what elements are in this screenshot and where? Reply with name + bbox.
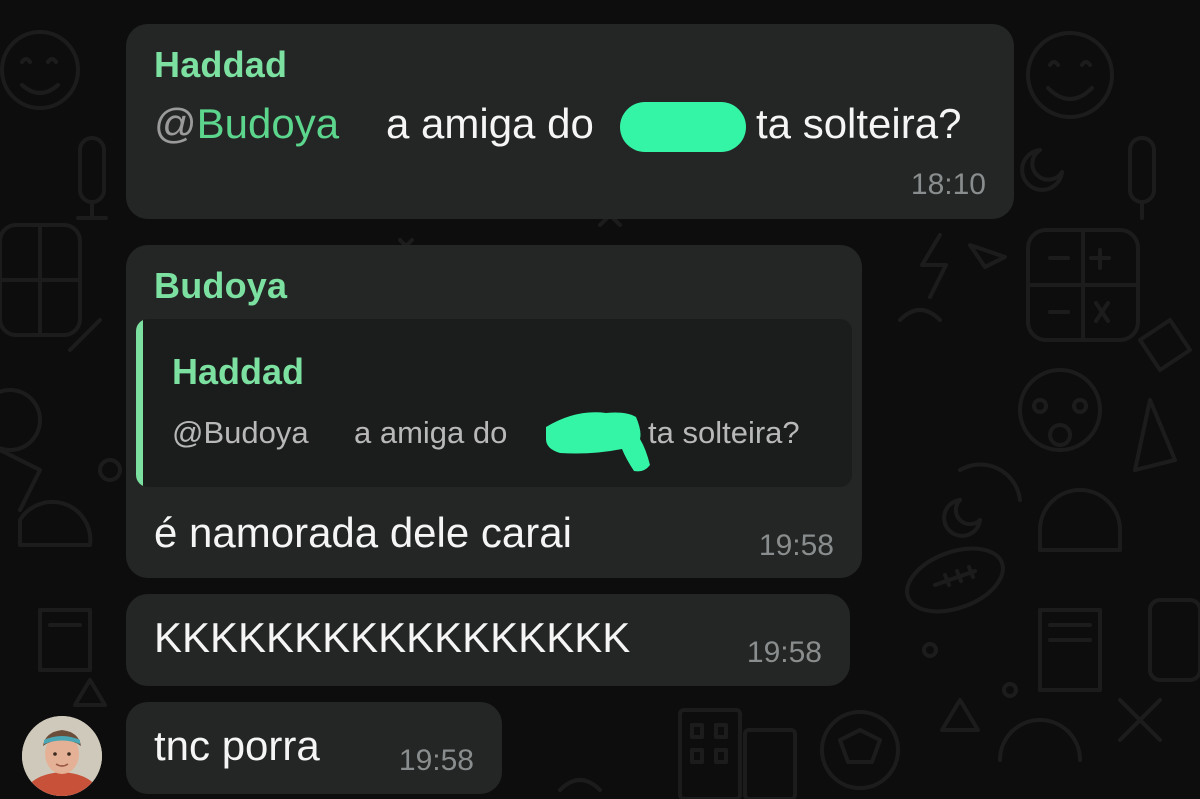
quote-text-part: ta solteira? xyxy=(648,415,800,450)
mic-doodle-icon xyxy=(76,136,108,220)
message-timestamp: 19:58 xyxy=(398,744,474,777)
mention-link[interactable]: Budoya xyxy=(197,100,339,147)
message-text-part: ta solteira? xyxy=(756,100,962,147)
smiley-doodle-icon xyxy=(1026,31,1114,119)
quote-accent-bar xyxy=(136,319,143,487)
message-bubble[interactable]: Budoya Haddad @Budoya a amiga do ta solt… xyxy=(126,245,862,578)
message-text-part: a amiga do xyxy=(386,100,594,147)
message-timestamp: 19:58 xyxy=(746,636,822,669)
quoted-message[interactable]: Haddad @Budoya a amiga do ta solteira? xyxy=(136,319,852,487)
message-text: KKKKKKKKKKKKKKKKK xyxy=(154,614,631,661)
message-timestamp: 19:58 xyxy=(758,529,834,562)
sender-name[interactable]: Haddad xyxy=(154,44,287,86)
paw-doodle-icon xyxy=(1032,398,1089,447)
message-bubble[interactable]: tnc porra 19:58 xyxy=(126,702,502,794)
message-bubble[interactable]: KKKKKKKKKKKKKKKKK 19:58 xyxy=(126,594,850,686)
message-bubble[interactable]: Haddad @Budoya a amiga do ta solteira? 1… xyxy=(126,24,1014,219)
message-text: tnc porra xyxy=(154,722,320,769)
moon-doodle-icon xyxy=(1020,148,1064,192)
chat-view: Haddad @Budoya a amiga do ta solteira? 1… xyxy=(0,0,1200,799)
quote-mention: @Budoya xyxy=(172,415,309,450)
redaction-scribble xyxy=(546,412,650,472)
ball-doodle-icon xyxy=(820,710,900,790)
mention-at-sign: @ xyxy=(154,100,197,147)
quote-text-part: a amiga do xyxy=(354,415,508,450)
taco-doodle-icon xyxy=(1038,488,1122,552)
lightning-doodle-icon xyxy=(920,233,948,299)
user-avatar[interactable] xyxy=(22,716,102,796)
redaction-scribble xyxy=(620,102,746,152)
user-avatar-photo-icon xyxy=(22,716,102,796)
sender-name[interactable]: Budoya xyxy=(154,265,287,307)
message-text: @Budoya xyxy=(154,100,339,148)
message-text: é namorada dele carai xyxy=(154,509,572,556)
message-timestamp: 18:10 xyxy=(910,168,986,201)
quote-sender-name: Haddad xyxy=(172,351,305,392)
building-doodle-icon xyxy=(678,708,742,799)
